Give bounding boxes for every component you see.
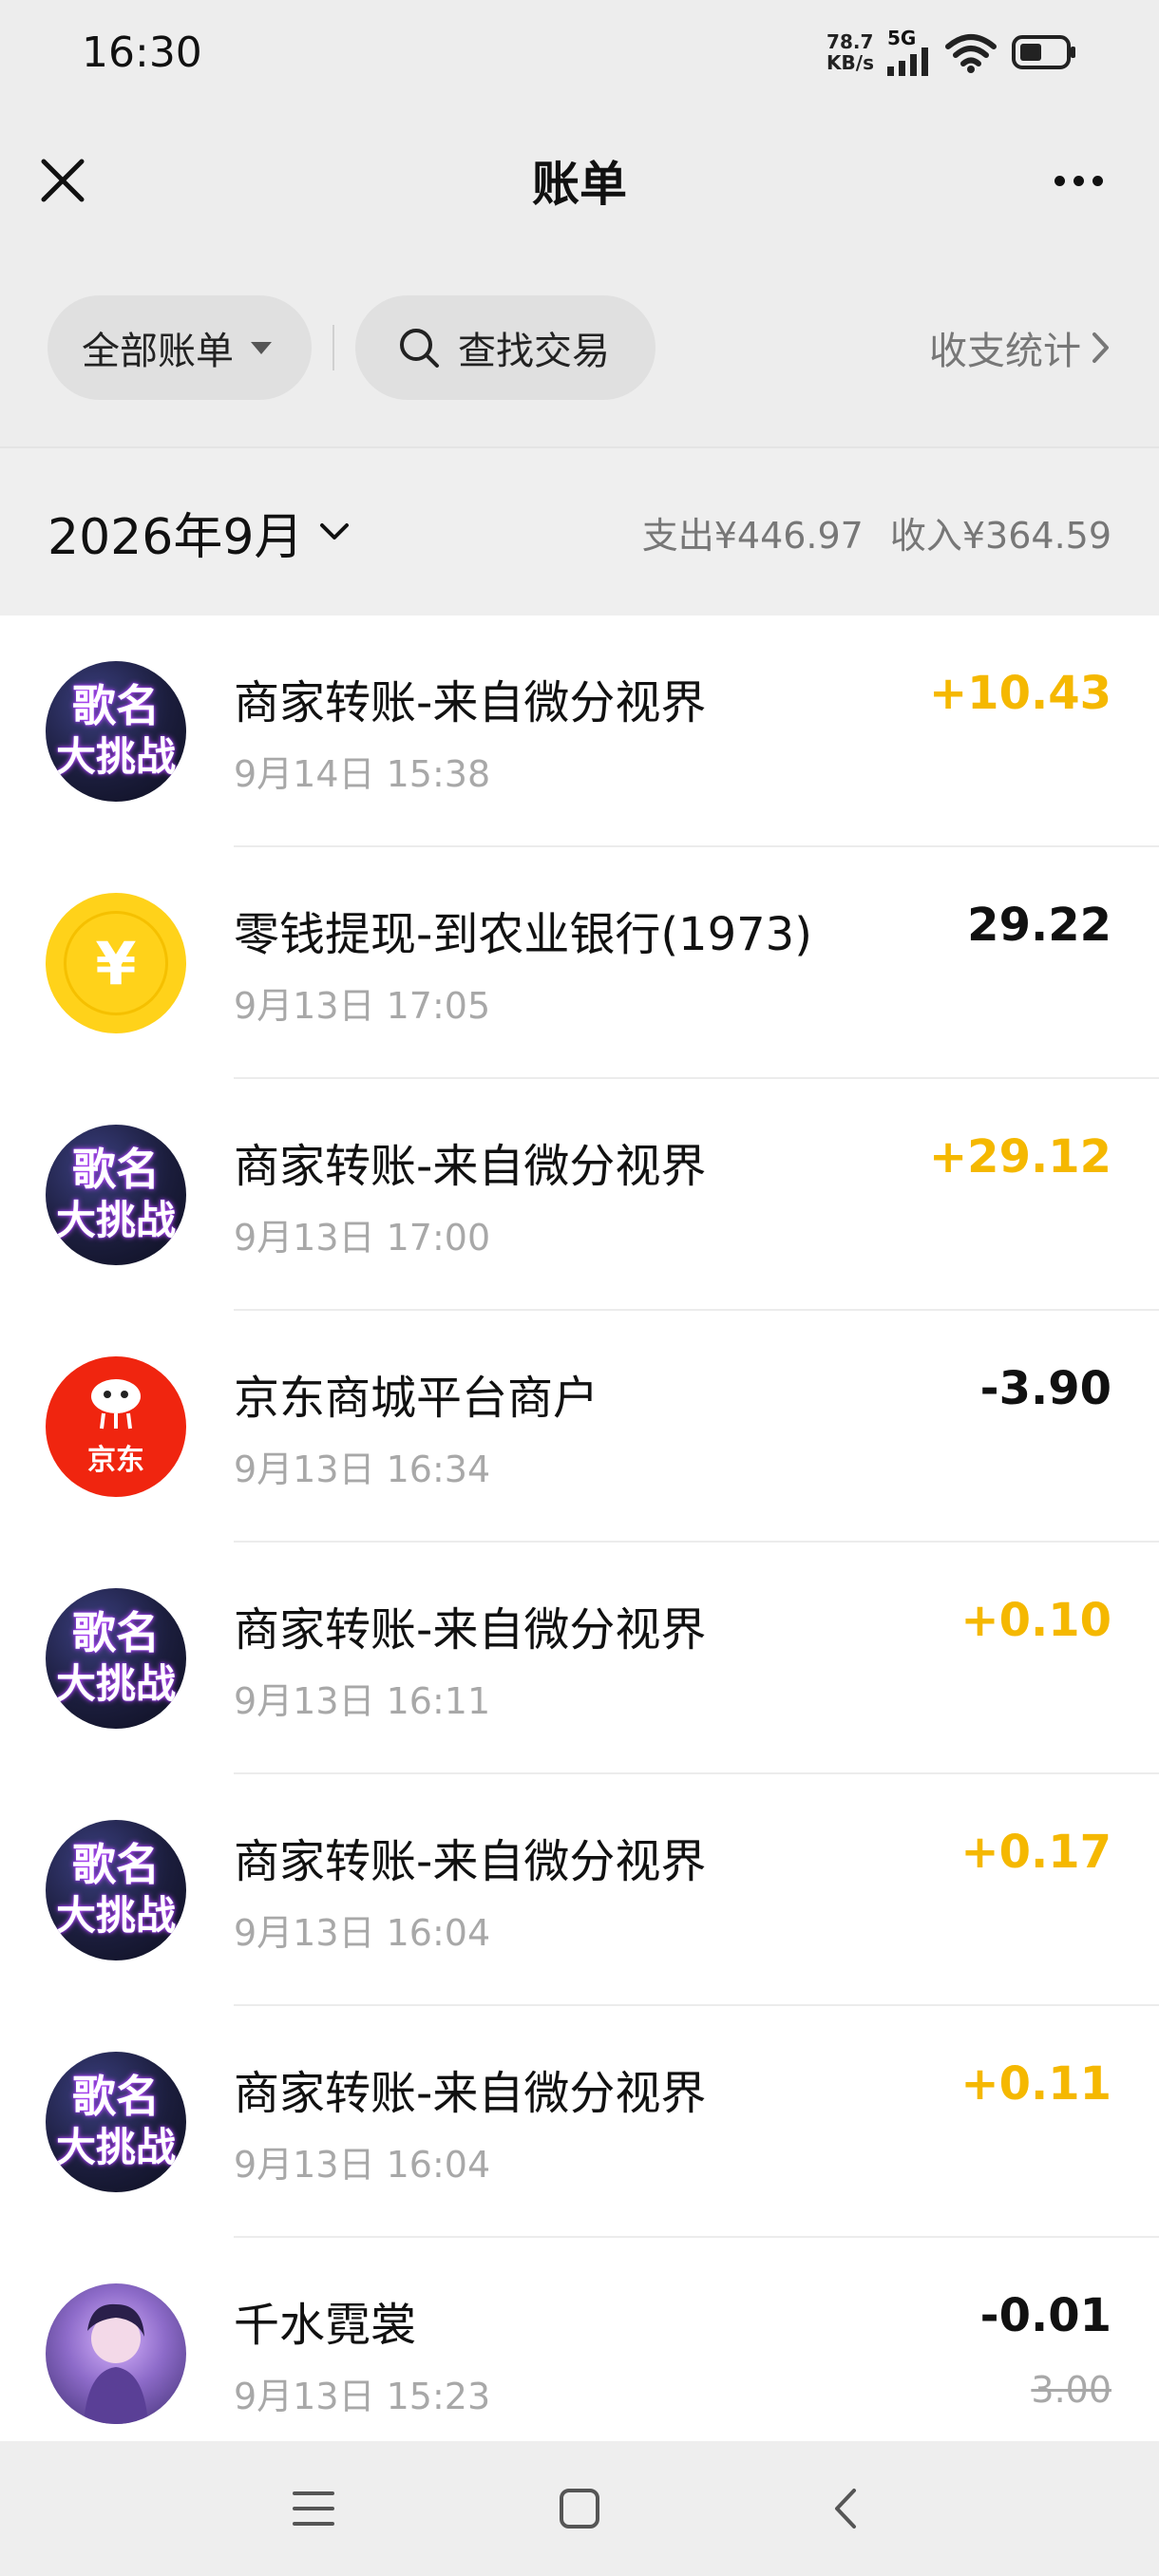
avatar-text: 大挑战 <box>55 1660 176 1707</box>
network-type: 5G <box>887 27 917 49</box>
search-label: 查找交易 <box>458 330 610 373</box>
avatar-text: 大挑战 <box>55 1197 176 1243</box>
transaction-title: 零钱提现-到农业银行(1973) <box>234 908 812 961</box>
avatar-text: 大挑战 <box>55 1892 176 1939</box>
month-section: 2026年9月 支出¥446.97 收入¥364.59 <box>0 446 1159 616</box>
avatar-text: 歌名 <box>72 2071 160 2122</box>
net-speed-unit: KB/s <box>826 51 874 74</box>
stats-link[interactable]: 收支统计 <box>929 320 1112 375</box>
transaction-row[interactable]: 歌名 大挑战 商家转账-来自微分视界 9月13日 16:04 +0.17 <box>0 1774 1159 2006</box>
transaction-amount: +0.17 <box>960 1826 1112 1879</box>
transaction-amount: +0.10 <box>960 1594 1112 1647</box>
page-title: 账单 <box>532 157 627 212</box>
avatar-text: 大挑战 <box>55 2124 176 2170</box>
home-icon[interactable] <box>551 2480 608 2537</box>
transaction-time: 9月13日 16:04 <box>234 2144 491 2186</box>
yuan-coin-icon: ¥ <box>64 911 168 1015</box>
transaction-time: 9月13日 16:11 <box>234 1680 491 1722</box>
transaction-time: 9月13日 15:23 <box>234 2376 491 2417</box>
caret-down-icon <box>251 341 272 354</box>
jd-logo-text: 京东 <box>87 1444 144 1477</box>
transaction-title: 商家转账-来自微分视界 <box>234 1603 707 1657</box>
transaction-amount: -3.90 <box>979 1362 1112 1415</box>
transaction-time: 9月14日 15:38 <box>234 753 491 795</box>
transaction-amount: 29.22 <box>967 899 1112 952</box>
transaction-time: 9月13日 16:34 <box>234 1449 491 1490</box>
transaction-title: 商家转账-来自微分视界 <box>234 1140 707 1193</box>
month-summary: 支出¥446.97 收入¥364.59 <box>642 506 1112 559</box>
chevron-right-icon <box>1092 332 1109 363</box>
jd-avatar: 京东 <box>46 1356 186 1497</box>
stats-label: 收支统计 <box>929 330 1081 373</box>
transaction-title: 京东商城平台商户 <box>234 1372 599 1425</box>
transaction-row[interactable]: 歌名 大挑战 商家转账-来自微分视界 9月13日 16:04 +0.11 <box>0 2006 1159 2238</box>
all-bills-label: 全部账单 <box>82 330 234 373</box>
coin-avatar: ¥ <box>46 893 186 1033</box>
transaction-amount: -0.01 <box>979 2289 1112 2342</box>
game-avatar: 歌名 大挑战 <box>46 2052 186 2192</box>
month-income: 收入¥364.59 <box>889 514 1112 557</box>
transaction-list: 歌名 大挑战 商家转账-来自微分视界 9月14日 15:38 +10.43 ¥ … <box>0 616 1159 2441</box>
chevron-down-icon <box>320 523 350 540</box>
avatar-text: 大挑战 <box>55 733 176 780</box>
person-silhouette-icon <box>84 2303 148 2424</box>
transaction-row[interactable]: 千水霓裳 9月13日 15:23 -0.01 3.00 <box>0 2238 1159 2441</box>
transaction-amount: +29.12 <box>928 1130 1112 1184</box>
wifi-icon <box>945 34 997 73</box>
game-avatar: 歌名 大挑战 <box>46 1588 186 1729</box>
avatar-text: 歌名 <box>72 680 160 731</box>
transaction-row[interactable]: 歌名 大挑战 商家转账-来自微分视界 9月14日 15:38 +10.43 <box>0 616 1159 847</box>
system-nav-bar <box>0 2441 1159 2576</box>
month-expense: 支出¥446.97 <box>641 514 864 557</box>
transaction-row[interactable]: 歌名 大挑战 商家转账-来自微分视界 9月13日 16:11 +0.10 <box>0 1543 1159 1774</box>
jd-mascot-icon <box>91 1379 141 1430</box>
net-speed-value: 78.7 <box>826 30 874 53</box>
battery-icon <box>1012 35 1075 69</box>
transaction-title: 千水霓裳 <box>234 2299 417 2352</box>
signal-icon <box>887 47 928 76</box>
transaction-time: 9月13日 17:00 <box>234 1217 491 1259</box>
transaction-title: 商家转账-来自微分视界 <box>234 2067 707 2120</box>
month-label: 2026年9月 <box>48 508 304 566</box>
filter-divider <box>332 325 334 370</box>
transaction-row[interactable]: 京东 京东商城平台商户 9月13日 16:34 -3.90 <box>0 1311 1159 1543</box>
search-icon <box>400 329 439 368</box>
net-speed: 78.7 KB/s <box>826 31 874 73</box>
menu-icon[interactable] <box>285 2480 342 2537</box>
game-avatar: 歌名 大挑战 <box>46 1820 186 1960</box>
transaction-amount: +10.43 <box>928 667 1112 720</box>
avatar-text: 歌名 <box>72 1144 160 1195</box>
status-time: 16:30 <box>82 28 202 77</box>
filter-row: 全部账单 查找交易 收支统计 <box>0 294 1159 401</box>
more-icon[interactable] <box>1045 152 1112 209</box>
back-icon[interactable] <box>817 2480 874 2537</box>
original-amount: 3.00 <box>1031 2369 1112 2411</box>
all-bills-filter-button[interactable]: 全部账单 <box>48 295 312 400</box>
transaction-time: 9月13日 17:05 <box>234 985 491 1027</box>
status-bar: 16:30 78.7 KB/s 5G <box>0 0 1159 104</box>
transaction-title: 商家转账-来自微分视界 <box>234 676 707 729</box>
game-avatar: 歌名 大挑战 <box>46 1125 186 1265</box>
person-avatar <box>46 2283 186 2424</box>
avatar-text: 歌名 <box>72 1839 160 1890</box>
close-icon[interactable] <box>34 152 91 209</box>
transaction-row[interactable]: ¥ 零钱提现-到农业银行(1973) 9月13日 17:05 29.22 <box>0 847 1159 1079</box>
status-icons: 78.7 KB/s 5G <box>826 28 1077 76</box>
game-avatar: 歌名 大挑战 <box>46 661 186 802</box>
nav-bar: 账单 <box>0 114 1159 247</box>
transaction-time: 9月13日 16:04 <box>234 1912 491 1954</box>
transaction-row[interactable]: 歌名 大挑战 商家转账-来自微分视界 9月13日 17:00 +29.12 <box>0 1079 1159 1311</box>
transaction-amount: +0.11 <box>960 2057 1112 2111</box>
transaction-title: 商家转账-来自微分视界 <box>234 1835 707 1888</box>
month-selector[interactable]: 2026年9月 <box>48 497 351 568</box>
search-transactions-button[interactable]: 查找交易 <box>355 295 656 400</box>
network-group: 5G <box>887 28 931 76</box>
avatar-text: 歌名 <box>72 1607 160 1658</box>
